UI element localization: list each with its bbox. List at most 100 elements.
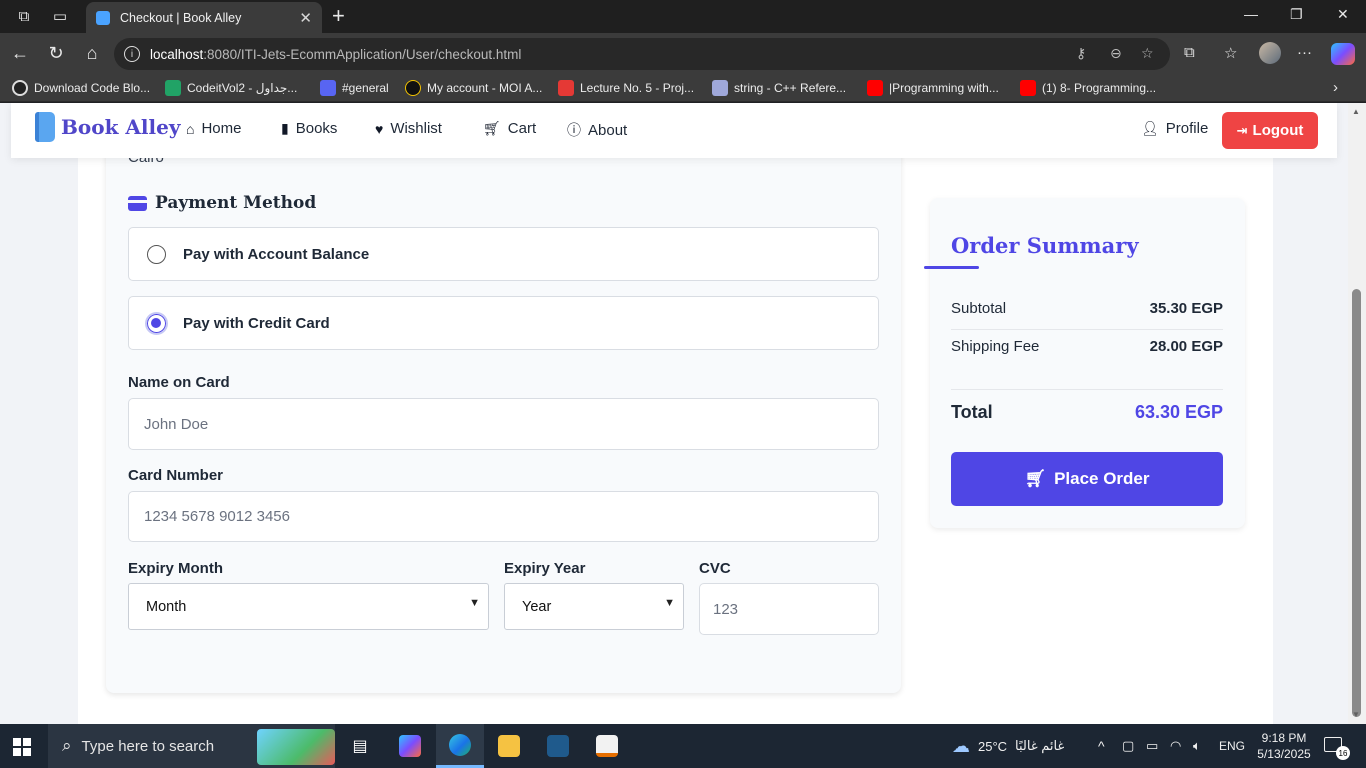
- volume-icon[interactable]: 🔈︎: [1193, 724, 1201, 768]
- order-summary-card: Order Summary Subtotal 35.30 EGP Shippin…: [924, 198, 1245, 528]
- credit-card-icon: [128, 195, 147, 211]
- battery-icon[interactable]: ▭: [1146, 724, 1158, 768]
- site-info-icon[interactable]: i: [124, 46, 140, 62]
- address-bar: ← ↻ ⌂ i localhost:8080/ITI-Jets-EcommApp…: [0, 33, 1366, 75]
- place-order-button[interactable]: 🛒︎ Place Order: [951, 452, 1223, 506]
- search-highlight-image: [257, 729, 335, 765]
- balance-radio[interactable]: [147, 244, 166, 264]
- close-tab-icon[interactable]: ✕: [299, 9, 312, 27]
- bookmark-label: Download Code Blo...: [34, 81, 151, 95]
- url-field[interactable]: i localhost:8080/ITI-Jets-EcommApplicati…: [114, 38, 1170, 70]
- bookmark-item[interactable]: string - C++ Refere...: [712, 80, 846, 96]
- divider: [951, 389, 1223, 390]
- page-scrollbar[interactable]: ▲ ▼: [1348, 103, 1366, 724]
- restore-icon[interactable]: ❐: [1290, 6, 1303, 23]
- nav-about[interactable]: ⓘ About: [567, 120, 627, 140]
- url-path: :8080/ITI-Jets-EcommApplication/User/che…: [203, 46, 522, 62]
- cvc-input[interactable]: 123: [699, 583, 879, 635]
- bookmark-item[interactable]: Download Code Blo...: [12, 80, 150, 96]
- task-view-icon[interactable]: ▤: [336, 724, 384, 768]
- search-placeholder: Type here to search: [81, 737, 215, 755]
- notification-count: 16: [1336, 746, 1350, 760]
- sheets-icon: [165, 80, 181, 96]
- home-browser-icon[interactable]: ⌂: [81, 43, 103, 64]
- card-radio[interactable]: [145, 311, 168, 335]
- shipping-row: Shipping Fee 28.00 EGP: [951, 338, 1223, 355]
- nav-label: Home: [201, 120, 242, 137]
- chevron-right-icon[interactable]: ›: [1333, 79, 1338, 96]
- divider: [951, 329, 1223, 330]
- java-taskbar-icon[interactable]: [583, 724, 631, 768]
- brand-logo[interactable]: Book Alley: [35, 112, 180, 142]
- refresh-icon[interactable]: ↻: [45, 43, 67, 64]
- payment-method-title: Payment Method: [155, 193, 317, 213]
- nav-wishlist[interactable]: ♥ Wishlist: [375, 120, 442, 137]
- windows-start-icon[interactable]: [13, 738, 31, 756]
- workspaces-icon[interactable]: ⧉: [14, 6, 34, 26]
- card-number-input[interactable]: 1234 5678 9012 3456: [128, 491, 879, 542]
- chevron-down-icon: ▼: [664, 597, 675, 609]
- back-icon[interactable]: ←: [9, 43, 31, 64]
- name-on-card-input[interactable]: John Doe: [128, 398, 879, 450]
- browser-tab[interactable]: Checkout | Book Alley ✕: [86, 2, 322, 33]
- favorites-icon[interactable]: ☆: [1224, 44, 1237, 62]
- weather-widget[interactable]: ☁ 25°C غائم غالبًا: [952, 724, 1064, 768]
- file-explorer-icon[interactable]: [485, 724, 533, 768]
- bookmark-item[interactable]: (1) 8- Programming...: [1020, 80, 1156, 96]
- meet-icon[interactable]: ▢: [1122, 724, 1134, 768]
- nav-home[interactable]: ⌂ Home: [186, 120, 241, 137]
- year-value: Year: [522, 598, 552, 615]
- card-placeholder: 1234 5678 9012 3456: [144, 508, 290, 525]
- browser-tab-bar: ⧉ ▭ Checkout | Book Alley ✕ + — ❐ ✕: [0, 0, 1366, 33]
- logout-button[interactable]: ⇥ Logout: [1222, 112, 1318, 149]
- page-viewport: Cairo Payment Method Pay with Account Ba…: [0, 103, 1348, 724]
- option-label: Pay with Account Balance: [183, 245, 370, 263]
- book-logo-icon: [35, 112, 55, 142]
- total-value: 63.30 EGP: [1134, 402, 1223, 422]
- shipping-label: Shipping Fee: [951, 338, 1040, 355]
- bookmark-item[interactable]: #general: [320, 80, 389, 96]
- scrollbar-thumb[interactable]: [1352, 289, 1361, 717]
- show-hidden-icons-icon[interactable]: ^: [1098, 724, 1105, 768]
- new-tab-icon[interactable]: +: [332, 3, 345, 29]
- scroll-up-icon[interactable]: ▲: [1352, 107, 1360, 116]
- cloud-moon-icon: ☁: [952, 735, 970, 756]
- favorite-star-icon[interactable]: ☆: [1141, 45, 1154, 62]
- info-icon: ⓘ: [567, 122, 581, 138]
- bookmark-label: Lecture No. 5 - Proj...: [580, 81, 695, 95]
- nav-profile[interactable]: 👤︎ Profile: [1141, 120, 1208, 137]
- pay-with-card-option[interactable]: Pay with Credit Card: [128, 296, 879, 350]
- expiry-year-select[interactable]: Year ▼: [504, 583, 684, 630]
- more-menu-icon[interactable]: ···: [1297, 44, 1312, 61]
- copilot-icon[interactable]: [1331, 43, 1355, 65]
- shipping-value: 28.00 EGP: [1149, 338, 1223, 355]
- close-window-icon[interactable]: ✕: [1337, 6, 1349, 23]
- book-icon: ▮: [281, 120, 289, 136]
- name-on-card-label: Name on Card: [128, 374, 230, 391]
- vscode-taskbar-icon[interactable]: [534, 724, 582, 768]
- bookmark-item[interactable]: My account - MOI A...: [405, 80, 542, 96]
- expiry-month-select[interactable]: Month ▼: [128, 583, 489, 630]
- bookmark-item[interactable]: CodeitVol2 - جداول...: [165, 80, 297, 96]
- bookmark-item[interactable]: Lecture No. 5 - Proj...: [558, 80, 694, 96]
- wifi-icon[interactable]: ◠: [1170, 724, 1181, 768]
- key-icon[interactable]: ⚷: [1076, 45, 1086, 62]
- tab-actions-icon[interactable]: ▭: [50, 6, 70, 26]
- copilot-taskbar-icon[interactable]: [386, 724, 434, 768]
- nav-cart[interactable]: 🛒︎ Cart: [483, 120, 536, 137]
- extensions-icon[interactable]: ⧉: [1184, 44, 1195, 61]
- edge-taskbar-icon[interactable]: [436, 724, 484, 768]
- language-indicator[interactable]: ENG: [1219, 724, 1245, 768]
- bookmark-item[interactable]: |Programming with...: [867, 80, 999, 96]
- place-order-label: Place Order: [1054, 469, 1150, 488]
- taskbar-clock[interactable]: 9:18 PM 5/13/2025: [1253, 730, 1315, 762]
- nav-books[interactable]: ▮ Books: [281, 120, 337, 137]
- pay-with-balance-option[interactable]: Pay with Account Balance: [128, 227, 879, 281]
- zoom-icon[interactable]: ⊖: [1110, 45, 1122, 62]
- subtotal-value: 35.30 EGP: [1149, 300, 1223, 317]
- profile-avatar[interactable]: [1259, 42, 1281, 64]
- bookmark-label: |Programming with...: [889, 81, 999, 95]
- bookmark-label: CodeitVol2 - جداول...: [187, 81, 298, 95]
- scroll-down-icon[interactable]: ▼: [1352, 710, 1360, 719]
- minimize-icon[interactable]: —: [1244, 6, 1258, 22]
